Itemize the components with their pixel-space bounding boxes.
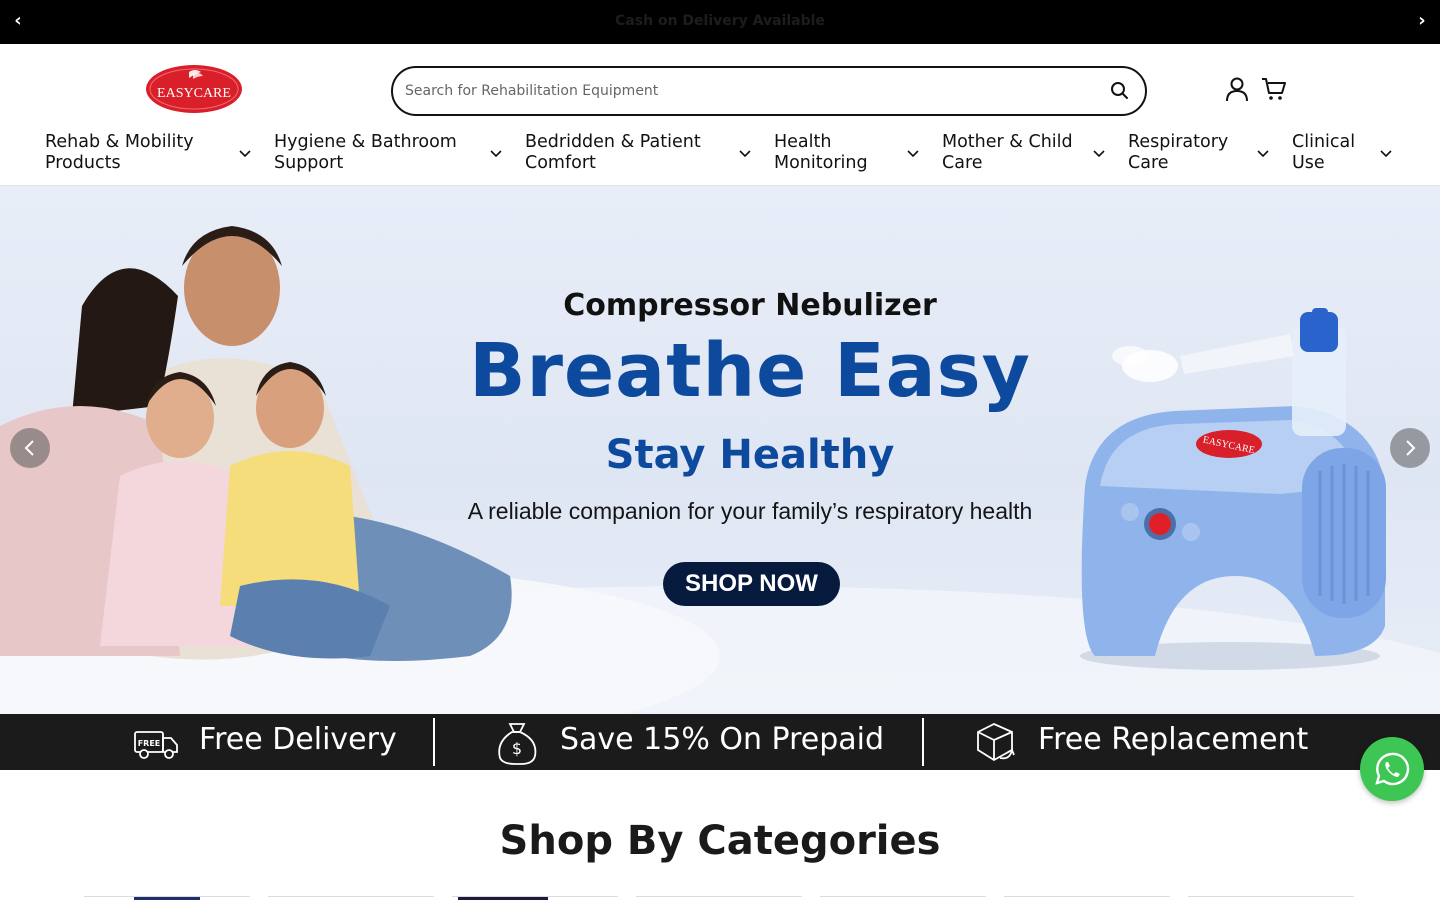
benefit-free-delivery: FREE Free Delivery (133, 714, 397, 770)
chevron-down-icon (907, 150, 919, 158)
nav-item-label: Hygiene & Bathroom Support (274, 132, 457, 173)
main-navigation: Rehab & Mobility Products Hygiene & Bathr… (0, 132, 1440, 182)
family-photo (0, 226, 512, 661)
nav-item-label: Rehab & Mobility Products (45, 132, 194, 173)
announcement-bar: ‹ Cash on Delivery Available › (0, 0, 1440, 44)
nav-item-clinical-use[interactable]: Clinical Use (1292, 132, 1402, 182)
slide-next-button[interactable] (1390, 428, 1430, 468)
chevron-down-icon (1380, 150, 1392, 158)
nav-item-respiratory-care[interactable]: Respiratory Care (1128, 132, 1278, 182)
chevron-down-icon (490, 150, 502, 158)
announcement-next-button[interactable]: › (1412, 10, 1432, 31)
nav-item-label: Mother & Child Care (942, 132, 1073, 173)
replacement-box-icon (977, 723, 1015, 762)
category-card[interactable] (268, 896, 434, 900)
announcement-message: Cash on Delivery Available (615, 13, 825, 29)
site-header: EASYCARE Rehab & MobilityProducts (0, 44, 1440, 186)
nav-item-bedridden-patient[interactable]: Bedridden & Patient Comfort (525, 132, 755, 182)
nav-item-mother-child[interactable]: Mother & Child Care (942, 132, 1112, 182)
benefit-text: Free Delivery (199, 722, 397, 757)
category-card[interactable] (84, 896, 250, 900)
hero-tagline: Stay Healthy (605, 432, 895, 478)
chevron-left-icon (24, 440, 34, 456)
benefit-free-replacement: Free Replacement (972, 714, 1332, 770)
hero-description: A reliable companion for your family’s r… (467, 498, 1033, 524)
nav-item-label: Clinical Use (1292, 132, 1356, 173)
benefit-text: Save 15% On Prepaid (560, 722, 885, 757)
category-card[interactable] (636, 896, 802, 900)
svg-text:$: $ (512, 739, 522, 758)
nav-item-hygiene-bathroom[interactable]: Hygiene & Bathroom Support (274, 132, 504, 182)
shop-now-button[interactable]: SHOP NOW (663, 562, 840, 606)
category-card[interactable] (820, 896, 986, 900)
chevron-down-icon (239, 150, 251, 158)
categories-heading: Shop By Categories (499, 818, 941, 864)
cart-icon[interactable] (1261, 76, 1287, 102)
money-bag-icon: $ (498, 723, 537, 765)
chevron-down-icon (739, 150, 751, 158)
whatsapp-icon (1375, 752, 1410, 786)
chevron-right-icon (1406, 440, 1416, 456)
category-card[interactable] (452, 896, 618, 900)
category-card[interactable] (1188, 896, 1354, 900)
benefit-divider (922, 718, 924, 766)
benefit-text: Free Replacement (1038, 722, 1309, 757)
hero-banner: EASYCARE Compressor Nebulizer Breathe Ea… (0, 186, 1440, 714)
nav-item-label: Bedridden & Patient Comfort (525, 132, 701, 173)
svg-text:FREE: FREE (138, 739, 161, 748)
nav-item-rehab-mobility[interactable]: Rehab & Mobility Products (45, 132, 255, 182)
search-icon[interactable] (1109, 80, 1131, 102)
delivery-truck-icon: FREE (134, 731, 178, 759)
account-icon[interactable] (1224, 76, 1250, 102)
hero-headline: Breathe Easy (469, 328, 1031, 414)
search-input[interactable] (405, 78, 1085, 104)
category-card[interactable] (1004, 896, 1170, 900)
nav-item-label: Health Monitoring (774, 132, 868, 173)
whatsapp-chat-button[interactable] (1360, 737, 1424, 801)
benefits-bar: FREE Free Delivery $ Save 15% On Prepaid… (0, 714, 1440, 770)
nav-item-health-monitoring[interactable]: Health Monitoring (774, 132, 924, 182)
slide-prev-button[interactable] (10, 428, 50, 468)
benefit-prepaid-discount: $ Save 15% On Prepaid (494, 714, 884, 770)
hero-subtitle: Compressor Nebulizer (563, 288, 937, 323)
easycare-logo[interactable]: EASYCARE (145, 64, 243, 114)
chevron-down-icon (1257, 150, 1269, 158)
logo-wordmark: EASYCARE (157, 86, 231, 101)
chevron-down-icon (1093, 150, 1105, 158)
benefit-divider (433, 718, 435, 766)
search-bar (391, 66, 1147, 116)
nav-item-label: Respiratory Care (1128, 132, 1229, 173)
